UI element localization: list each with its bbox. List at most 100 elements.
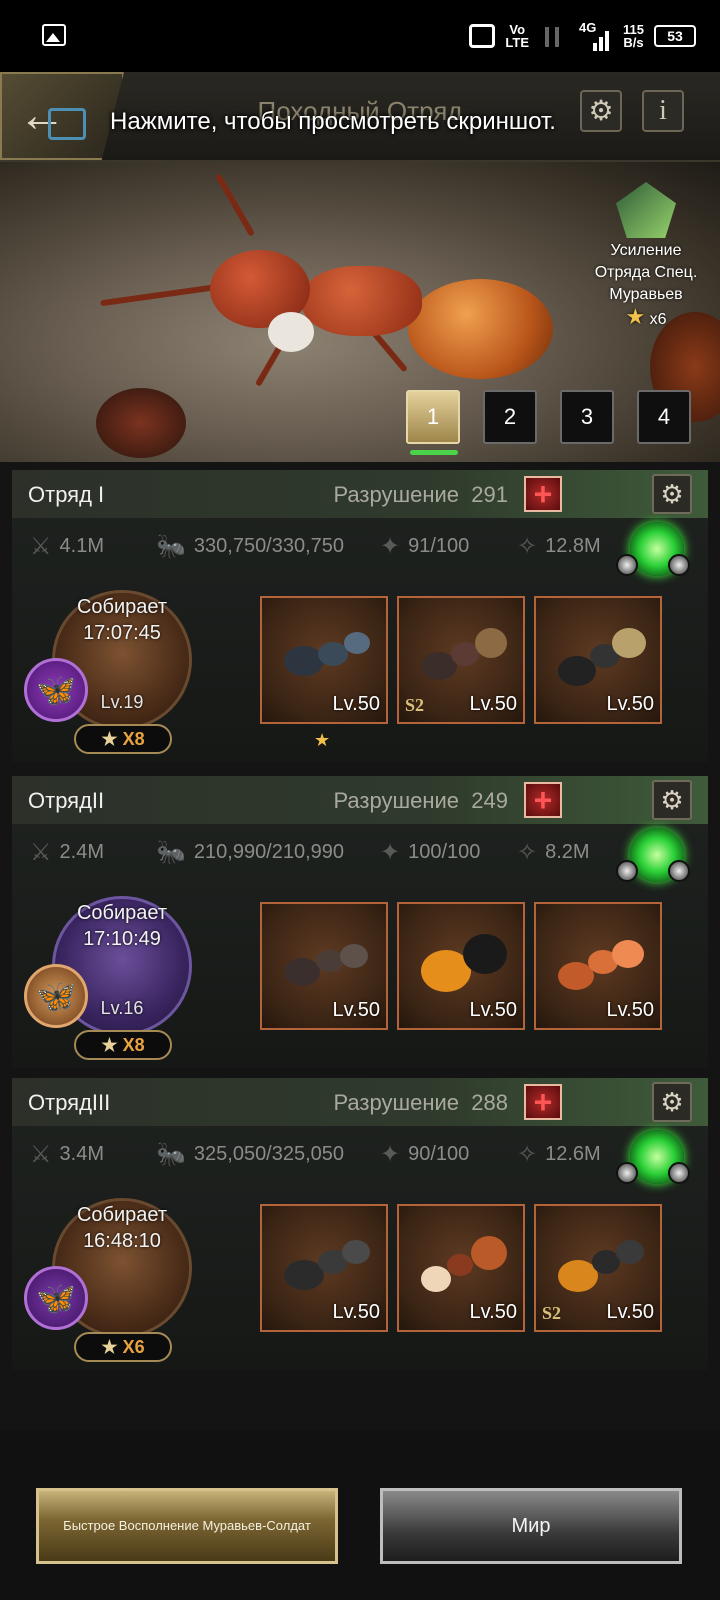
battery-icon: 53 [654, 25, 696, 47]
power-value: 2.4M [59, 841, 104, 863]
gear-icon: ⚙ [660, 1087, 684, 1117]
unit-level: Lv.50 [469, 693, 517, 715]
unit-slot[interactable]: Lv.50 [260, 1204, 388, 1332]
ant-unit-icon [421, 934, 507, 992]
butterfly-icon[interactable]: 🦋 [24, 1266, 88, 1330]
tab-4[interactable]: 4 [637, 390, 691, 444]
squad-name: ОтрядII [28, 788, 105, 813]
unit-level: Lv.50 [469, 1301, 517, 1323]
ant-load-icon: ✧ [517, 1141, 538, 1168]
power-value: 4.1M [59, 535, 104, 557]
world-button[interactable]: Мир [380, 1488, 682, 1564]
ant-unit-icon [284, 628, 370, 684]
ant-abdomen [408, 279, 553, 379]
squad-settings-button[interactable]: ⚙ [652, 474, 692, 514]
ant-antenna [100, 283, 220, 307]
tab-2[interactable]: 2 [483, 390, 537, 444]
ant-unit-icon [558, 628, 646, 686]
butterfly-icon[interactable]: 🦋 [24, 964, 88, 1028]
boost-label-line: Муравьев [609, 286, 683, 303]
ant-cargo [268, 312, 314, 352]
ant-icon: 🐜 [156, 533, 186, 560]
skill-slot-icon[interactable] [668, 554, 690, 576]
squad-header: Отряд I Разрушение 291 + ⚙ [12, 470, 708, 518]
info-button[interactable]: i [642, 90, 684, 132]
squad-boost[interactable]: Усиление Отряда Спец. Муравьев ★ x6 [586, 182, 706, 331]
quick-refill-button[interactable]: Быстрое Восполнение Муравьев-Солдат [36, 1488, 338, 1564]
data-arrows-icon [539, 25, 569, 47]
skill-slot-icon[interactable] [668, 1162, 690, 1184]
crossed-swords-icon: ⚔ [30, 839, 52, 866]
boost-badge-icon [616, 182, 676, 238]
squad-stats: ⚔ 3.4M 🐜 325,050/325,050 ✦ 90/100 ✧ 12.6M [12, 1134, 708, 1178]
add-destruction-button[interactable]: + [524, 1084, 562, 1120]
capacity-value: 91/100 [408, 535, 470, 557]
gear-icon: ⚙ [588, 95, 614, 126]
capacity-value: 100/100 [408, 841, 481, 863]
skill-slot-icon[interactable] [616, 554, 638, 576]
unit-slot[interactable]: S2 Lv.50 [397, 596, 525, 724]
squad-settings-button[interactable]: ⚙ [652, 1082, 692, 1122]
star-icon: ★ [625, 304, 646, 329]
ant-thorax [302, 266, 422, 336]
gather-status: Собирает 17:10:49 [76, 902, 168, 950]
unit-slot[interactable]: Lv.50 [397, 1204, 525, 1332]
beetle-icon: ✦ [380, 533, 401, 560]
skill-slot-icon[interactable] [616, 1162, 638, 1184]
unit-level: Lv.50 [606, 693, 654, 715]
squad-header: ОтрядII Разрушение 249 + ⚙ [12, 776, 708, 824]
unit-slot[interactable]: Lv.50 [534, 902, 662, 1030]
star-icon: ★ [101, 1337, 118, 1357]
troops-value: 330,750/330,750 [193, 535, 345, 557]
signal-icon: 4G [579, 21, 613, 51]
ant-antenna [214, 173, 256, 237]
butterfly-icon[interactable]: 🦋 [24, 658, 88, 722]
star-rating: ★ X6 [74, 1332, 172, 1362]
gather-status: Собирает 16:48:10 [76, 1204, 168, 1252]
status-bar: Vo LTE 4G 115 B/s 53 [0, 0, 720, 72]
load-value: 12.8M [545, 535, 601, 557]
unit-level: Lv.50 [332, 999, 380, 1021]
unit-badge: S2 [542, 1303, 562, 1323]
volte-indicator: Vo LTE [505, 22, 530, 50]
unit-slot[interactable]: Lv.50 [260, 596, 388, 724]
destruction-stat: Разрушение 291 [333, 482, 508, 507]
add-destruction-button[interactable]: + [524, 476, 562, 512]
star-icon: ★ [101, 1035, 118, 1055]
squad-header: ОтрядIII Разрушение 288 + ⚙ [12, 1078, 708, 1126]
skill-slot-icon[interactable] [668, 860, 690, 882]
crossed-swords-icon: ⚔ [30, 533, 52, 560]
squad-settings-button[interactable]: ⚙ [652, 780, 692, 820]
capacity-value: 90/100 [408, 1143, 470, 1165]
star-rating: ★ X8 [74, 724, 172, 754]
screenshot-toast[interactable]: Нажмите, чтобы просмотреть скриншот. [110, 108, 556, 136]
ant-load-icon: ✧ [517, 839, 538, 866]
gear-icon: ⚙ [660, 785, 684, 815]
unit-level: Lv.50 [606, 999, 654, 1021]
squad-card-3: ОтрядIII Разрушение 288 + ⚙ ⚔ 3.4M 🐜 325,0… [12, 1078, 708, 1370]
unit-badge: S2 [405, 695, 425, 715]
unit-slot[interactable]: Lv.50 [397, 902, 525, 1030]
ant-unit-icon [558, 1236, 644, 1292]
unit-level: Lv.50 [332, 693, 380, 715]
tab-1[interactable]: 1 [406, 390, 460, 444]
screenshot-icon[interactable] [48, 108, 86, 140]
troops-value: 210,990/210,990 [193, 841, 345, 863]
gallery-icon [42, 24, 66, 46]
unit-slot[interactable]: Lv.50 [534, 596, 662, 724]
ant-icon: 🐜 [156, 839, 186, 866]
add-destruction-button[interactable]: + [524, 782, 562, 818]
vibrate-icon [469, 24, 496, 48]
skill-slot-icon[interactable] [616, 860, 638, 882]
unit-slot[interactable]: S2 Lv.50 [534, 1204, 662, 1332]
boost-label-line: Отряда Спец. [594, 264, 698, 281]
tab-3[interactable]: 3 [560, 390, 614, 444]
settings-button[interactable]: ⚙ [580, 90, 622, 132]
squad-name: ОтрядIII [28, 1090, 111, 1115]
troops-value: 325,050/325,050 [193, 1143, 345, 1165]
beetle-icon: ✦ [380, 1141, 401, 1168]
unit-level: Lv.50 [332, 1301, 380, 1323]
star-icon: ★ [101, 729, 118, 749]
unit-slot[interactable]: Lv.50 [260, 902, 388, 1030]
load-value: 8.2M [545, 841, 590, 863]
